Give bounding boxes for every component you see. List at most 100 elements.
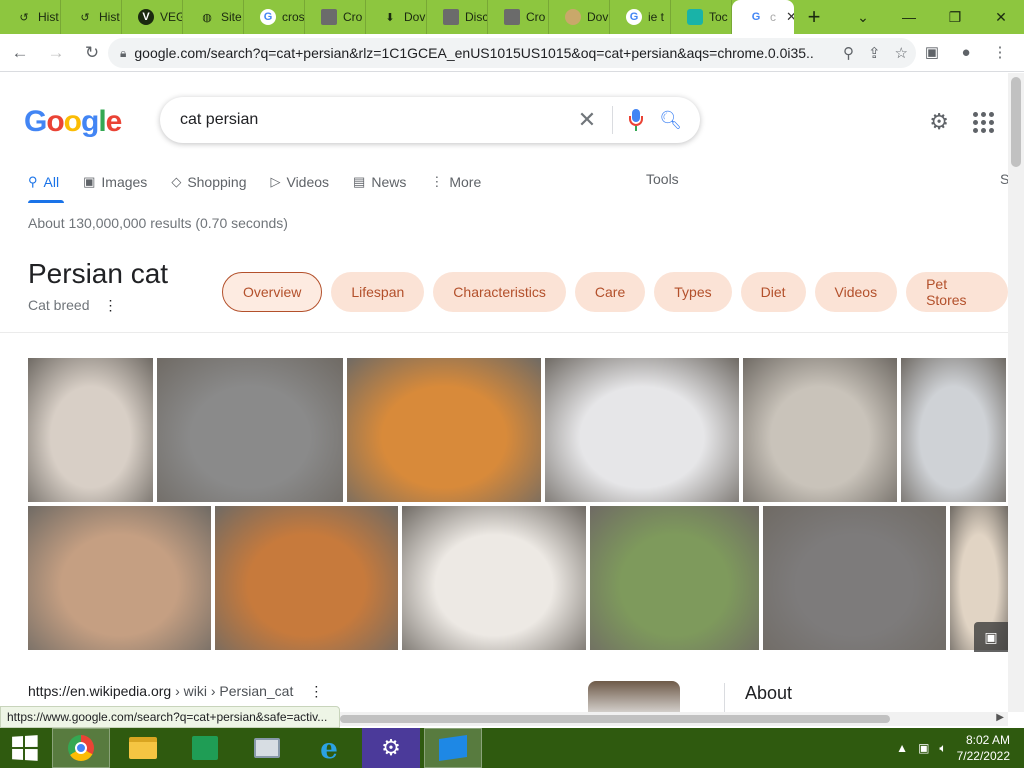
- browser-tab[interactable]: Dov: [549, 0, 610, 34]
- chip-videos[interactable]: Videos: [814, 272, 898, 312]
- browser-menu-icon[interactable]: ⋮: [986, 37, 1014, 67]
- taskbar-ie[interactable]: e: [300, 728, 358, 768]
- taskbar-monitor[interactable]: [238, 728, 296, 768]
- location-icon[interactable]: ⚲: [843, 44, 854, 62]
- browser-tabstrip: ↺ Hist ↺ Hist V VEG ◍ Site Gcros Cro ⬇ Dov Di…: [0, 0, 1024, 34]
- tab-label: More: [449, 174, 482, 190]
- tab-label: Disc: [465, 10, 488, 24]
- more-vert-icon[interactable]: ⋮: [309, 683, 323, 700]
- image-result-white-persian-grass[interactable]: [590, 506, 759, 650]
- google-logo[interactable]: Google: [24, 105, 122, 139]
- image-result-gray-fluffy-persian[interactable]: [157, 358, 343, 502]
- browser-tab[interactable]: Cro: [488, 0, 549, 34]
- safesearch-link[interactable]: S: [1000, 171, 1008, 187]
- browser-tab[interactable]: ↺ Hist: [0, 0, 61, 34]
- volume-muted-icon[interactable]: 🔈︎: [939, 741, 946, 756]
- microphone-icon[interactable]: [629, 109, 644, 131]
- profile-avatar-icon[interactable]: ●: [952, 37, 980, 67]
- taskbar-file-explorer[interactable]: [114, 728, 172, 768]
- image-result-ginger-persian[interactable]: [215, 506, 398, 650]
- tab-label: Dov: [404, 10, 426, 24]
- browser-tab[interactable]: ⬇ Dov: [366, 0, 427, 34]
- chip-overview[interactable]: Overview: [222, 272, 323, 312]
- more-vert-icon: ⋮: [430, 174, 444, 189]
- result-thumbnail[interactable]: [588, 681, 680, 712]
- teal-icon: [687, 9, 703, 25]
- apps-grid-icon[interactable]: [973, 111, 994, 133]
- browser-tab[interactable]: Disc: [427, 0, 488, 34]
- image-result-cream-persian-partial[interactable]: ▣: [950, 506, 1008, 652]
- minimize-icon[interactable]: —: [886, 0, 932, 34]
- address-bar[interactable]: 🔒︎ google.com/search?q=cat+persian&rlz=1…: [108, 38, 916, 68]
- taskbar-store[interactable]: [176, 728, 234, 768]
- image-search-icon[interactable]: ▣: [974, 622, 1008, 652]
- search-icon[interactable]: 🔍︎: [659, 110, 682, 131]
- chip-care[interactable]: Care: [574, 272, 646, 312]
- settings-gear-icon[interactable]: ⚙: [929, 109, 949, 135]
- chip-lifespan[interactable]: Lifespan: [331, 272, 425, 312]
- search-box[interactable]: cat persian ✕ 🔍︎: [160, 97, 700, 143]
- scroll-right-icon[interactable]: ▶: [996, 712, 1004, 723]
- browser-tab[interactable]: Gie t: [610, 0, 671, 34]
- search-result-wikipedia[interactable]: https://en.wikipedia.org › wiki › Persia…: [28, 683, 323, 700]
- forward-icon[interactable]: →: [40, 37, 72, 69]
- browser-tab[interactable]: V VEG: [122, 0, 183, 34]
- page-icon: [321, 9, 337, 25]
- bookmark-star-icon[interactable]: ☆: [895, 44, 908, 62]
- address-url[interactable]: google.com/search?q=cat+persian&rlz=1C1G…: [134, 45, 814, 61]
- chevron-down-icon[interactable]: ⌄: [840, 0, 886, 34]
- tab-label: Shopping: [187, 174, 247, 190]
- scrollbar-thumb[interactable]: [340, 715, 890, 723]
- tab-shopping[interactable]: ◇ Shopping: [171, 171, 246, 193]
- browser-tab[interactable]: Toc: [671, 0, 732, 34]
- chip-characteristics[interactable]: Characteristics: [433, 272, 566, 312]
- vertical-scrollbar[interactable]: [1008, 73, 1024, 712]
- image-result-white-persian-closeup[interactable]: [901, 358, 1006, 502]
- tab-news[interactable]: ▤ News: [353, 171, 406, 193]
- network-icon[interactable]: ▣: [918, 741, 929, 755]
- browser-tab[interactable]: Cro: [305, 0, 366, 34]
- restore-icon[interactable]: ❐: [932, 0, 978, 34]
- image-result-gray-persian-couch[interactable]: [763, 506, 946, 650]
- image-result-white-persian-lying[interactable]: [402, 506, 586, 650]
- image-result-white-chinchilla-persian[interactable]: [545, 358, 739, 502]
- clock[interactable]: 8:02 AM 7/22/2022: [957, 732, 1010, 764]
- search-input[interactable]: cat persian: [180, 111, 258, 129]
- image-result-orange-persian[interactable]: [347, 358, 541, 502]
- taskbar-app[interactable]: [424, 728, 482, 768]
- scrollbar-thumb[interactable]: [1011, 77, 1021, 167]
- browser-tab[interactable]: ↺ Hist: [61, 0, 122, 34]
- side-panel-icon[interactable]: ▣: [918, 37, 946, 67]
- tab-label: Hist: [38, 10, 59, 24]
- browser-tab-active[interactable]: Gc ✕: [732, 0, 794, 34]
- tools-button[interactable]: Tools: [646, 171, 679, 187]
- page-icon: [504, 9, 520, 25]
- more-vert-icon[interactable]: ⋮: [103, 297, 117, 314]
- result-url[interactable]: https://en.wikipedia.org › wiki › Persia…: [28, 683, 293, 700]
- reload-icon[interactable]: ↻: [76, 37, 108, 69]
- start-button[interactable]: [0, 728, 48, 768]
- browser-tab[interactable]: Gcros: [244, 0, 305, 34]
- taskbar-chrome[interactable]: [52, 728, 110, 768]
- horizontal-scrollbar[interactable]: ▶: [340, 712, 1008, 726]
- new-tab-button[interactable]: +: [794, 0, 834, 34]
- share-icon[interactable]: ⇪: [868, 44, 881, 62]
- image-result-white-persian-kitten[interactable]: [28, 358, 153, 502]
- tab-images[interactable]: ▣ Images: [83, 171, 147, 193]
- search-tabs: ⚲ All ▣ Images ◇ Shopping ▷ Videos ▤ News ⋮ Mo…: [28, 171, 481, 193]
- taskbar-settings[interactable]: ⚙: [362, 728, 420, 768]
- close-window-icon[interactable]: ✕: [978, 0, 1024, 34]
- tab-videos[interactable]: ▷ Videos: [270, 171, 329, 193]
- clear-icon[interactable]: ✕: [578, 107, 596, 133]
- image-result-cream-persian[interactable]: [28, 506, 211, 650]
- tab-more[interactable]: ⋮ More: [430, 171, 481, 193]
- chip-pet-stores[interactable]: Pet Stores: [906, 272, 1008, 312]
- close-icon[interactable]: ✕: [786, 9, 794, 25]
- browser-tab[interactable]: ◍ Site: [183, 0, 244, 34]
- chip-types[interactable]: Types: [654, 272, 732, 312]
- chevron-up-icon[interactable]: ▲: [896, 741, 908, 755]
- image-result-silver-persian-sitting[interactable]: [743, 358, 897, 502]
- tab-all[interactable]: ⚲ All: [28, 171, 59, 193]
- back-icon[interactable]: ←: [4, 37, 36, 69]
- chip-diet[interactable]: Diet: [740, 272, 806, 312]
